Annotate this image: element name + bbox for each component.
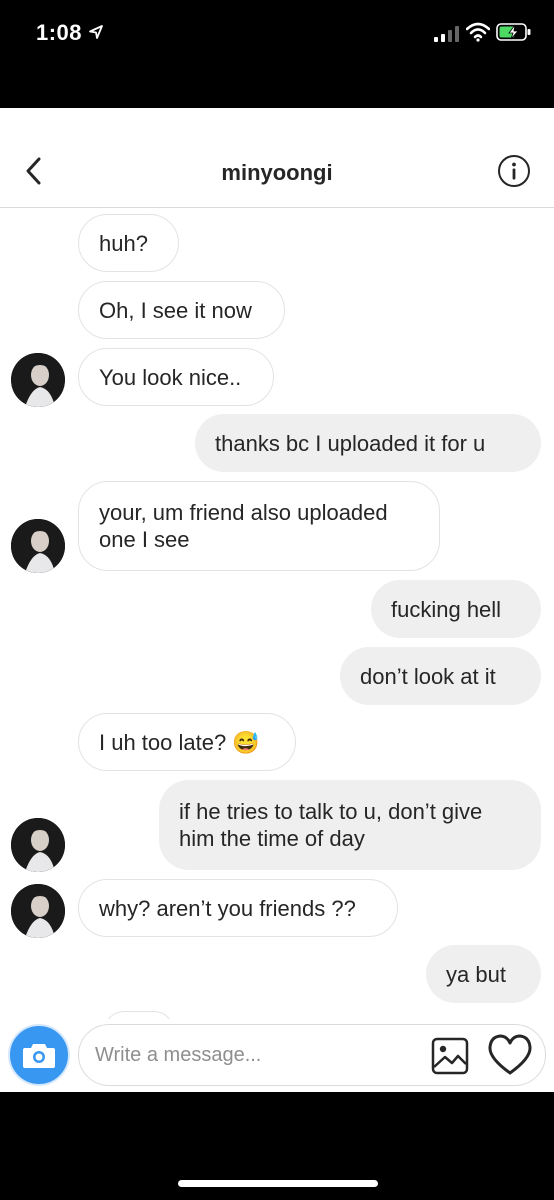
status-time: 1:08: [36, 20, 83, 45]
message-bubble-outgoing[interactable]: thanks bc I uploaded it for u: [195, 414, 541, 472]
message-text-line: if he tries to talk to u, don’t give: [179, 799, 483, 824]
signal-icon: [434, 26, 459, 42]
avatar-photo: [11, 818, 65, 872]
status-bar: 1:08: [0, 0, 554, 70]
message-text: fucking hell: [391, 596, 502, 622]
message-bubble-incoming[interactable]: huh?: [78, 214, 179, 272]
message-composer: [0, 1020, 554, 1092]
message-bubble-partial[interactable]: [104, 1011, 174, 1019]
location-arrow-icon: [89, 25, 103, 39]
message-text: You look nice..: [99, 364, 242, 390]
message-bubble-outgoing[interactable]: don’t look at it: [340, 647, 541, 705]
message-text-line: your, um friend also uploaded: [99, 500, 388, 525]
heart-icon[interactable]: [487, 1033, 533, 1077]
avatar-photo: [11, 519, 65, 573]
battery-icon: [496, 23, 531, 41]
avatar-photo: [11, 353, 65, 407]
message-input-field[interactable]: [78, 1024, 546, 1086]
message-bubble-incoming[interactable]: why? aren’t you friends ??: [78, 879, 398, 937]
message-text-line: one I see: [99, 527, 190, 552]
home-indicator[interactable]: [178, 1180, 378, 1187]
message-text: don’t look at it: [360, 663, 496, 689]
message-bubble-outgoing[interactable]: fucking hell: [371, 580, 541, 638]
camera-button[interactable]: [8, 1024, 70, 1086]
message-bubble-incoming[interactable]: I uh too late? 😅: [78, 713, 296, 771]
message-text: Oh, I see it now: [99, 297, 252, 323]
bottom-bezel: [0, 1092, 554, 1200]
message-input[interactable]: [95, 1037, 415, 1073]
gallery-icon[interactable]: [431, 1037, 469, 1075]
avatar-photo: [11, 884, 65, 938]
message-text: huh?: [99, 230, 148, 256]
message-bubble-incoming[interactable]: your, um friend also uploaded one I see: [78, 481, 440, 571]
info-icon[interactable]: [497, 154, 531, 188]
contact-avatar[interactable]: [11, 818, 65, 872]
contact-avatar[interactable]: [11, 884, 65, 938]
contact-avatar[interactable]: [11, 353, 65, 407]
chat-screen: minyoongi huh? Oh, I see it now You look…: [0, 108, 554, 1092]
wifi-icon: [466, 22, 490, 42]
message-text: why? aren’t you friends ??: [99, 895, 356, 921]
message-text-line: him the time of day: [179, 826, 365, 851]
message-text: thanks bc I uploaded it for u: [215, 430, 486, 456]
contact-avatar[interactable]: [11, 519, 65, 573]
message-bubble-incoming[interactable]: Oh, I see it now: [78, 281, 285, 339]
chat-title[interactable]: minyoongi: [0, 160, 554, 186]
message-text: ya but: [446, 961, 506, 987]
message-text: I uh too late? 😅: [99, 729, 260, 755]
chat-header: minyoongi: [0, 108, 554, 208]
camera-icon: [23, 1044, 55, 1068]
message-bubble-outgoing[interactable]: ya but: [426, 945, 541, 1003]
message-bubble-outgoing[interactable]: if he tries to talk to u, don’t give him…: [159, 780, 541, 870]
message-bubble-incoming[interactable]: You look nice..: [78, 348, 274, 406]
message-thread[interactable]: huh? Oh, I see it now You look nice.. th…: [0, 209, 554, 1019]
